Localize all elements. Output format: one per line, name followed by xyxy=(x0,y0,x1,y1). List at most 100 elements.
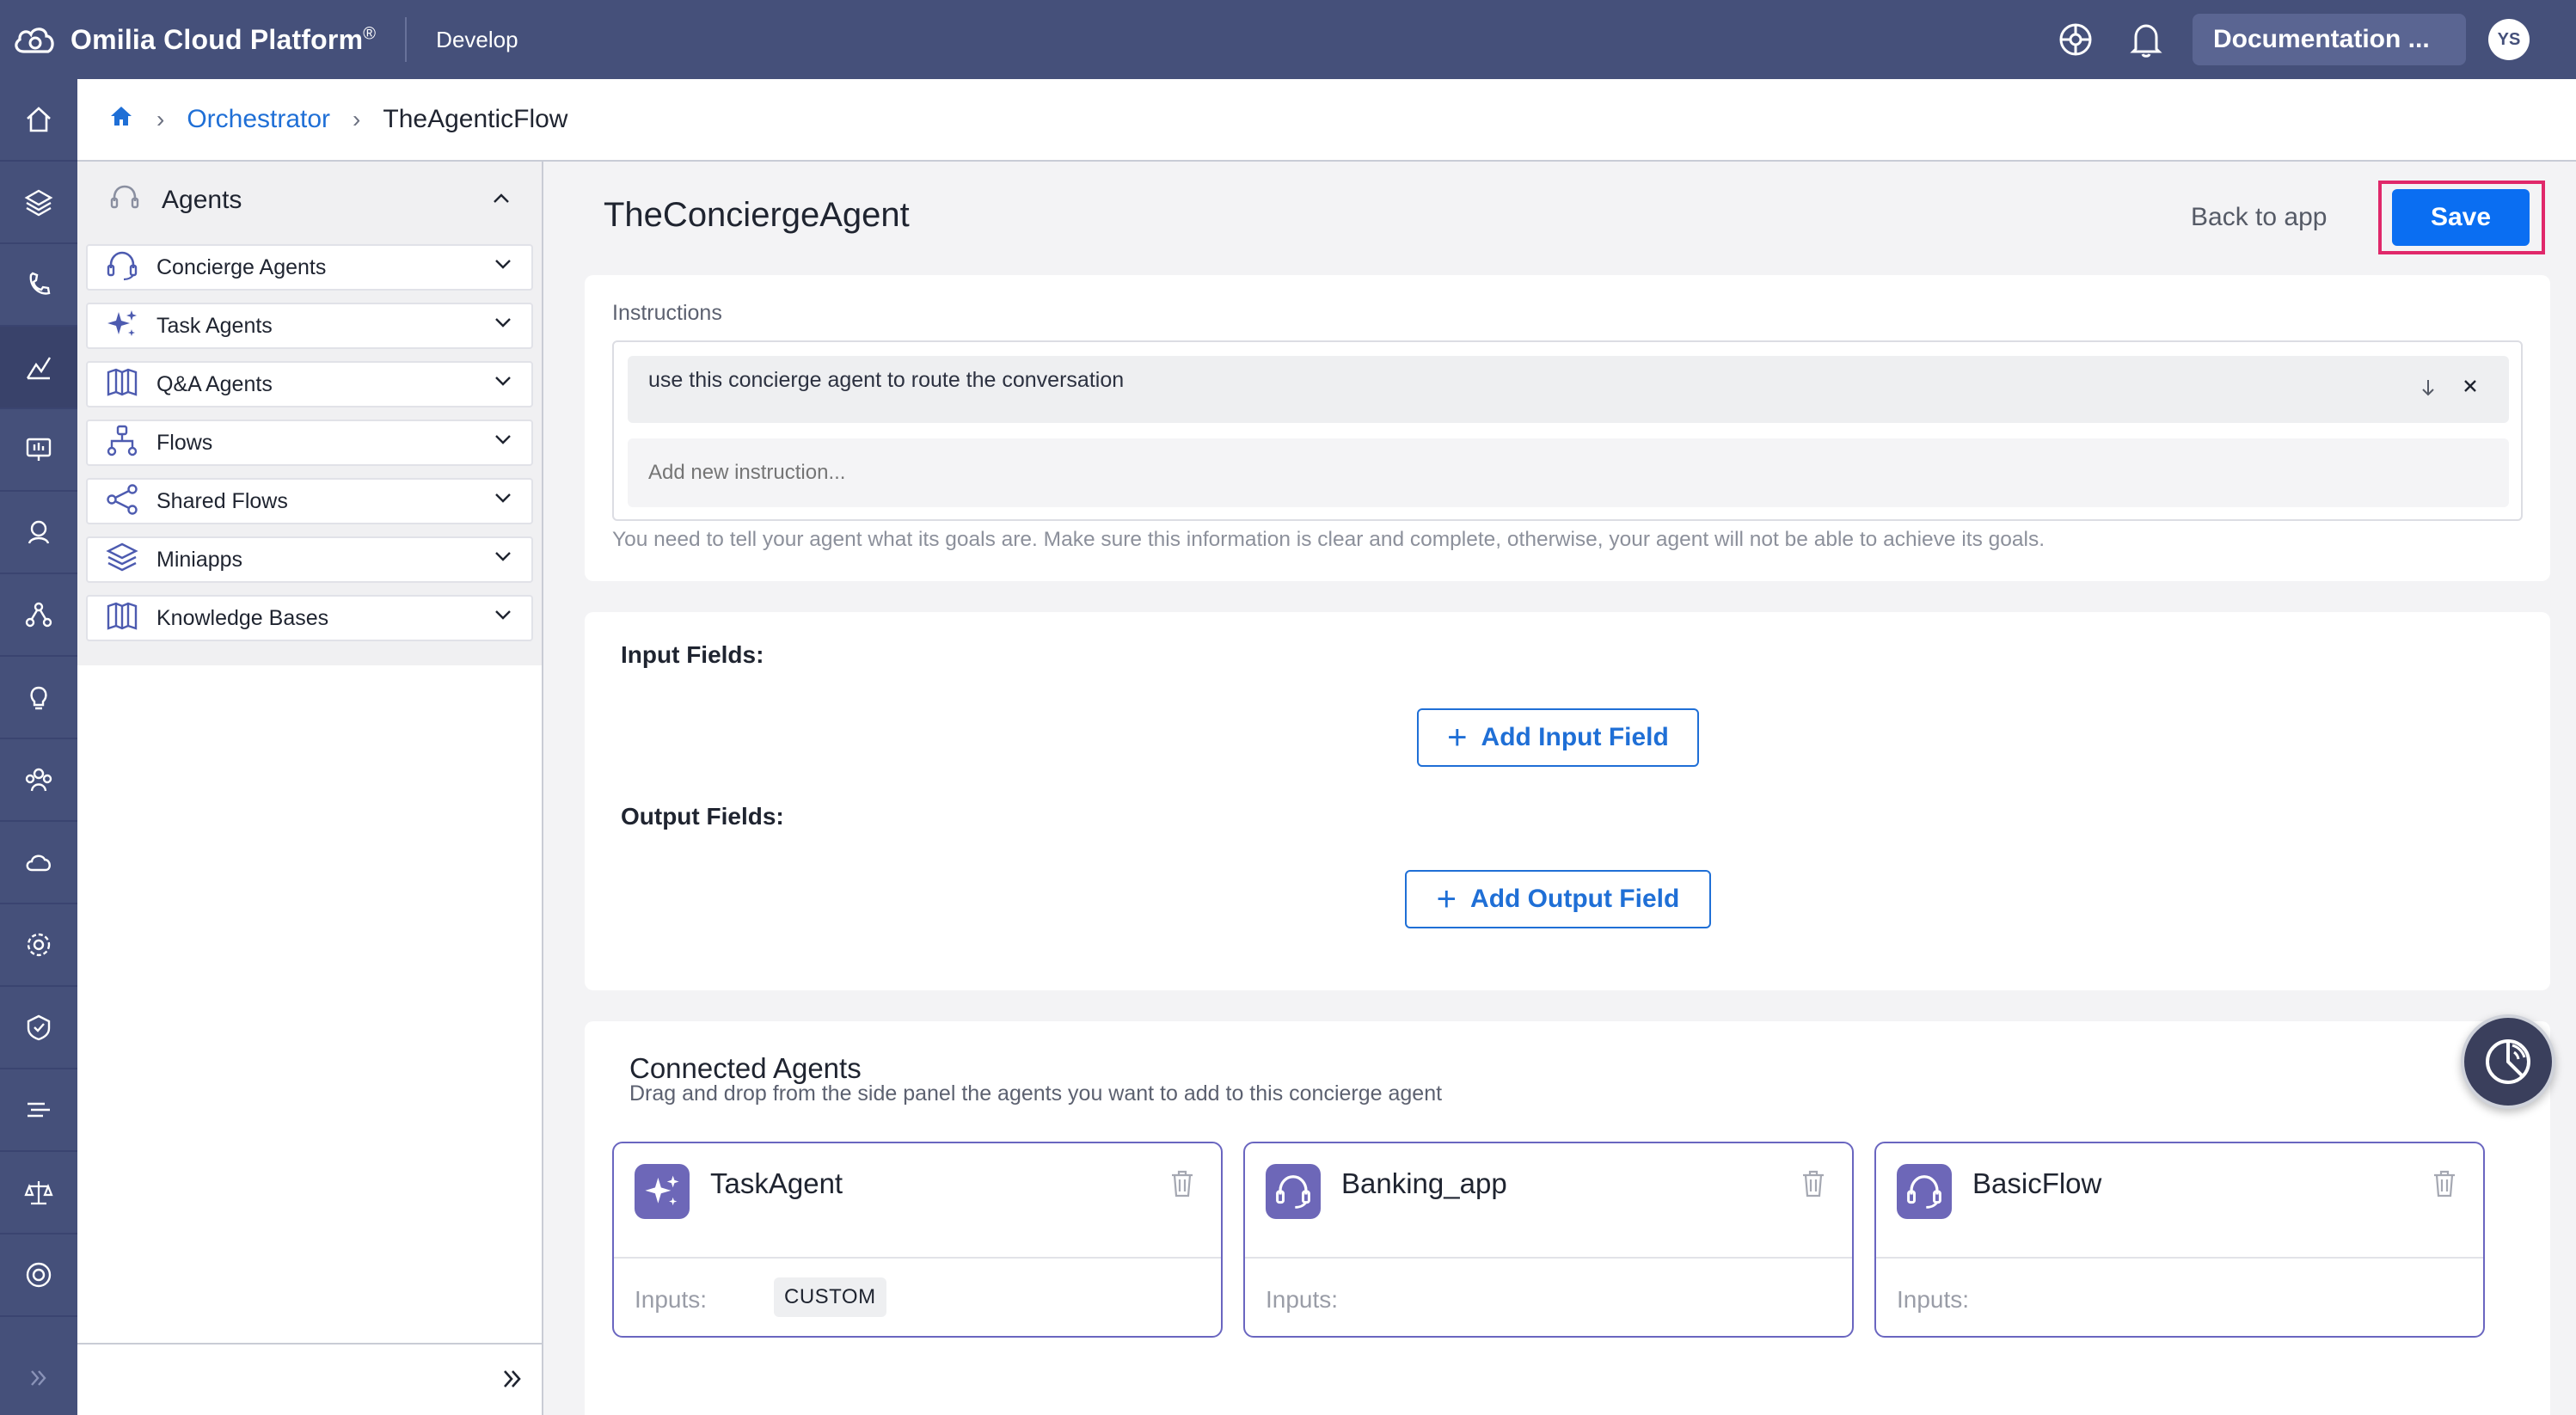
chevron-down-icon[interactable] xyxy=(494,550,512,567)
cloud-chat-icon[interactable] xyxy=(0,822,77,904)
agent-card[interactable]: Banking_app Inputs: xyxy=(1243,1142,1854,1338)
chevron-down-icon[interactable] xyxy=(494,433,512,450)
instruction-text: use this concierge agent to route the co… xyxy=(648,368,1125,392)
presentation-icon[interactable] xyxy=(0,409,77,492)
chevron-down-icon[interactable] xyxy=(494,609,512,625)
lifebuoy-icon[interactable] xyxy=(0,1234,77,1317)
bell-icon[interactable] xyxy=(2125,19,2167,60)
agent-name: Banking_app xyxy=(1341,1167,1507,1199)
chevron-down-icon[interactable] xyxy=(494,316,512,333)
plus-icon: + xyxy=(1447,719,1468,757)
agents-panel: Agents Concierge Agents Task Agents Q&A … xyxy=(77,162,543,1415)
chevron-up-icon[interactable] xyxy=(492,193,511,209)
panel-item-miniapps[interactable]: Miniapps xyxy=(86,536,533,583)
add-instruction-input[interactable] xyxy=(628,438,2509,507)
cloud-logo-icon xyxy=(15,28,54,53)
chevron-down-icon[interactable] xyxy=(494,492,512,508)
documentation-button[interactable]: Documentation ... xyxy=(2193,14,2466,65)
panel-item-qa-agents[interactable]: Q&A Agents xyxy=(86,361,533,407)
trash-icon[interactable] xyxy=(2432,1169,2457,1203)
panel-item-label: Knowledge Bases xyxy=(156,605,329,630)
input-chip[interactable]: CUSTOM xyxy=(774,1277,886,1317)
help-wheel-icon[interactable] xyxy=(2055,19,2096,60)
double-chevron-right-icon[interactable] xyxy=(500,1367,524,1395)
panel-item-label: Concierge Agents xyxy=(156,254,327,279)
assistant-icon xyxy=(2486,1039,2530,1084)
layers-icon[interactable] xyxy=(0,162,77,244)
shield-check-icon[interactable] xyxy=(0,987,77,1069)
assistant-fab-button[interactable] xyxy=(2461,1014,2555,1109)
chevron-right-icon: › xyxy=(156,106,165,132)
home-icon[interactable] xyxy=(0,79,77,162)
instruction-item[interactable]: use this concierge agent to route the co… xyxy=(628,356,2509,423)
agents-panel-title: Agents xyxy=(162,186,242,214)
breadcrumb-current: TheAgenticFlow xyxy=(383,105,568,133)
agent-inputs-label: Inputs: xyxy=(635,1286,708,1313)
panel-item-flows[interactable]: Flows xyxy=(86,420,533,466)
chevron-down-icon[interactable] xyxy=(494,258,512,274)
agent-card[interactable]: TaskAgent Inputs: CUSTOM xyxy=(612,1142,1223,1338)
breadcrumb-link-orchestrator[interactable]: Orchestrator xyxy=(187,105,330,134)
headset-icon xyxy=(105,248,139,287)
agents-category-list: Concierge Agents Task Agents Q&A Agents … xyxy=(77,239,542,665)
panel-item-knowledge-bases[interactable]: Knowledge Bases xyxy=(86,595,533,641)
close-icon[interactable] xyxy=(2461,377,2480,400)
orchestrator-icon[interactable] xyxy=(0,327,77,409)
phone-icon[interactable] xyxy=(0,244,77,327)
headset-icon xyxy=(1266,1164,1321,1219)
save-button[interactable]: Save xyxy=(2392,189,2530,246)
panel-item-label: Task Agents xyxy=(156,313,273,338)
add-output-field-button[interactable]: + Add Output Field xyxy=(1405,870,1711,928)
agent-card-divider xyxy=(614,1257,1221,1259)
sparkles-icon xyxy=(635,1164,690,1219)
instructions-label: Instructions xyxy=(612,301,722,325)
chevron-down-icon[interactable] xyxy=(494,375,512,391)
scale-icon[interactable] xyxy=(0,1152,77,1234)
brand-name: Omilia Cloud Platform® xyxy=(71,23,377,55)
connected-agents-card: Connected Agents Drag and drop from the … xyxy=(585,1021,2550,1415)
home-crumb-icon[interactable] xyxy=(108,105,134,134)
expand-rail-icon[interactable] xyxy=(0,1341,77,1415)
instructions-box: use this concierge agent to route the co… xyxy=(612,340,2523,521)
panel-item-label: Q&A Agents xyxy=(156,371,273,396)
layers-icon xyxy=(105,541,139,579)
settings-icon[interactable] xyxy=(0,904,77,987)
lightbulb-icon[interactable] xyxy=(0,657,77,739)
arrow-down-icon[interactable] xyxy=(2420,377,2437,403)
connected-agents-subtitle: Drag and drop from the side panel the ag… xyxy=(629,1081,1443,1106)
trash-icon[interactable] xyxy=(1800,1169,1826,1203)
agent-card-divider xyxy=(1245,1257,1852,1259)
panel-item-shared-flows[interactable]: Shared Flows xyxy=(86,478,533,524)
agent-support-icon[interactable] xyxy=(0,492,77,574)
add-input-field-label: Add Input Field xyxy=(1481,723,1669,751)
share-icon xyxy=(105,482,139,521)
speed-lines-icon[interactable] xyxy=(0,1069,77,1152)
page-title: TheConciergeAgent xyxy=(604,196,910,234)
connected-agents-title: Connected Agents xyxy=(629,1052,862,1084)
agents-panel-header[interactable]: Agents xyxy=(77,162,542,239)
panel-item-label: Shared Flows xyxy=(156,488,288,513)
add-output-field-label: Add Output Field xyxy=(1470,885,1680,913)
headset-icon xyxy=(108,182,141,219)
brand-logo[interactable]: Omilia Cloud Platform® xyxy=(12,22,376,57)
agent-inputs-label: Inputs: xyxy=(1266,1286,1339,1313)
section-label[interactable]: Develop xyxy=(436,27,518,53)
agent-card[interactable]: BasicFlow Inputs: xyxy=(1874,1142,2485,1338)
panel-item-task-agents[interactable]: Task Agents xyxy=(86,303,533,349)
top-bar: Omilia Cloud Platform® Develop Documenta… xyxy=(0,0,2576,79)
headset-icon xyxy=(1897,1164,1952,1219)
agent-card-divider xyxy=(1876,1257,2483,1259)
input-fields-label: Input Fields: xyxy=(621,641,764,668)
panel-item-concierge-agents[interactable]: Concierge Agents xyxy=(86,244,533,291)
back-to-app-link[interactable]: Back to app xyxy=(2191,203,2327,232)
book-icon xyxy=(105,599,139,638)
avatar[interactable]: YS xyxy=(2488,19,2530,60)
network-icon[interactable] xyxy=(0,574,77,657)
trash-icon[interactable] xyxy=(1169,1169,1195,1203)
add-input-field-button[interactable]: + Add Input Field xyxy=(1417,708,1699,767)
book-icon xyxy=(105,365,139,404)
agent-name: TaskAgent xyxy=(710,1167,843,1199)
agent-inputs-label: Inputs: xyxy=(1897,1286,1970,1313)
team-icon[interactable] xyxy=(0,739,77,822)
instructions-card: Instructions use this concierge agent to… xyxy=(585,275,2550,581)
